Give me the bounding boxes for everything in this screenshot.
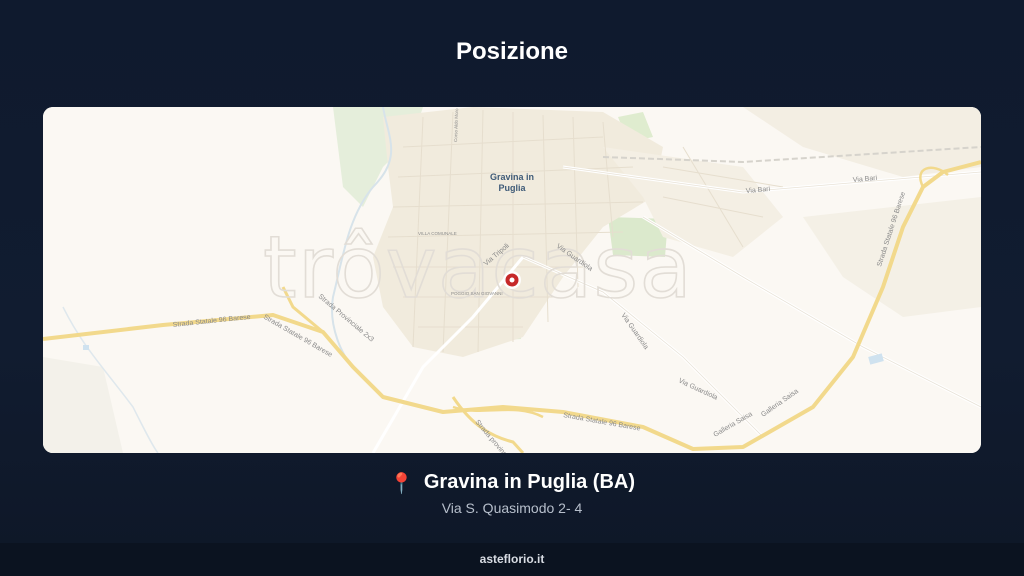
page-title: Posizione <box>455 38 569 65</box>
city-label-line1: Gravina in <box>490 172 534 182</box>
footer: asteflorio.it <box>0 543 1024 576</box>
water-pool <box>83 345 89 350</box>
location-title: 📍 Gravina in Puglia (BA) <box>0 471 1024 496</box>
location-address: Via S. Quasimodo 2- 4 <box>441 500 583 516</box>
map-pin-icon: 📍 <box>388 473 414 495</box>
location-name: Gravina in Puglia (BA) <box>423 471 636 493</box>
footer-brand[interactable]: asteflorio.it <box>480 552 545 566</box>
city-label-line2: Puglia <box>498 183 526 193</box>
location-pin-icon[interactable] <box>503 271 521 289</box>
poi-label-poggio: POGGIO SAN GIOVANNI <box>451 291 503 296</box>
poi-label-villa-comunale: VILLA COMUNALE <box>418 231 457 236</box>
map-canvas[interactable]: trôvacasa Gravina in Puglia Via Bari Via… <box>43 107 981 453</box>
location-map[interactable]: trôvacasa Gravina in Puglia Via Bari Via… <box>43 107 981 453</box>
